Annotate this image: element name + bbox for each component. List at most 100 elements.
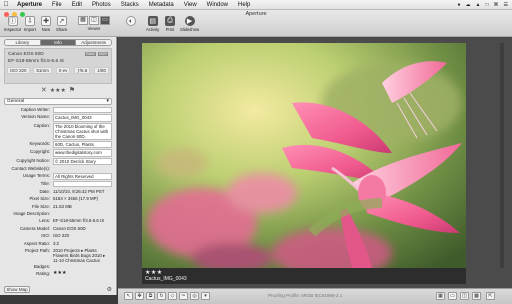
- slideshow-button[interactable]: ▶ Slideshow: [180, 16, 199, 32]
- field-camera-model: Camera Model: Canon EOS 60D: [19, 225, 86, 231]
- image-filename: Cactus_IMG_0043: [145, 276, 187, 282]
- menu-metadata[interactable]: Metadata: [144, 2, 179, 8]
- field-copyright-notice: Copyright Notice: © 2010 Derrick Story: [4, 157, 112, 166]
- brush-tool-icon[interactable]: ✑: [179, 292, 188, 300]
- proofing-profile-status: Proofing Profile: sRGB IEC61966-2.1: [268, 293, 343, 298]
- show-map-button[interactable]: Show Map: [4, 286, 30, 293]
- display-icon[interactable]: □: [485, 2, 488, 8]
- apple-menu-icon[interactable]: : [0, 1, 12, 8]
- status-icon-2[interactable]: ☁: [466, 2, 471, 8]
- tab-library[interactable]: Library: [5, 40, 41, 45]
- field-pixel-size: Pixel Size: 5184 × 3456 (17.9 MP): [29, 196, 99, 202]
- caption-input[interactable]: The 2010 blooming of the Christmas Cactu…: [53, 122, 112, 141]
- title-input[interactable]: [53, 181, 112, 188]
- play-icon: ▶: [184, 16, 195, 26]
- menu-view[interactable]: View: [179, 2, 202, 8]
- field-iso: ISO: ISO 320: [41, 233, 70, 239]
- menu-stacks[interactable]: Stacks: [116, 2, 144, 8]
- share-button[interactable]: ↗ Share: [56, 16, 67, 32]
- menu-edit[interactable]: Edit: [67, 2, 87, 8]
- move-tool-icon[interactable]: ✥: [135, 292, 144, 300]
- fullscreen-icon[interactable]: ⇱: [486, 292, 495, 300]
- viewer-view-icon[interactable]: ▭: [100, 16, 110, 25]
- viewer-mode-icon-4[interactable]: ▩: [472, 292, 481, 300]
- image-caption-bar: ★★★ Cactus_IMG_0043: [142, 268, 466, 284]
- tool-menu-icon[interactable]: ▾: [201, 292, 210, 300]
- flag-icon[interactable]: ⚑: [69, 86, 75, 94]
- rating-value[interactable]: ★★★: [53, 270, 112, 276]
- viewer-mode-icon-2[interactable]: ▭: [448, 292, 457, 300]
- camera-info-box: Canon EOS 60D EF-S18-55mm f/3.5-5.6 IS R…: [4, 48, 112, 84]
- field-usage-terms: Usage Terms: All Rights Reserved: [4, 173, 112, 181]
- metadata-fields: Caption Writer: Version Name: Cactus_IMG_…: [4, 107, 112, 278]
- exif-ev: 0 ev: [55, 67, 71, 74]
- browser-view-icon[interactable]: ▦: [78, 16, 88, 25]
- field-title: Title:: [4, 181, 112, 188]
- wifi-icon[interactable]: ▲: [476, 2, 481, 8]
- new-icon: ✚: [41, 16, 51, 26]
- menu-help[interactable]: Help: [233, 2, 255, 8]
- copyright-notice-input[interactable]: © 2010 Derrick Story: [53, 157, 112, 165]
- inspector-icon: ⓘ: [7, 16, 18, 26]
- menu-photos[interactable]: Photos: [87, 2, 116, 8]
- tab-adjustments[interactable]: Adjustments: [76, 40, 111, 45]
- field-caption-writer: Caption Writer:: [4, 107, 112, 114]
- notification-center-icon[interactable]: ☰: [504, 2, 508, 8]
- reject-icon[interactable]: ✕: [41, 86, 47, 94]
- share-icon: ↗: [56, 16, 67, 26]
- rotate-tool-icon[interactable]: ↻: [157, 292, 166, 300]
- new-button[interactable]: ✚ New: [41, 16, 51, 32]
- copyright-input[interactable]: www.thedigitalstory.com: [53, 149, 112, 157]
- print-icon: ⎙: [165, 16, 175, 26]
- rating-stars[interactable]: ★★★: [50, 87, 66, 94]
- activity-button[interactable]: ▤ Activity: [146, 16, 159, 32]
- camera-name: Canon EOS 60D: [8, 52, 44, 57]
- select-tool-icon[interactable]: ↖: [124, 292, 133, 300]
- photo-image[interactable]: [142, 43, 466, 268]
- cactus-flower-image: [142, 43, 466, 268]
- field-copyright: Copyright: www.thedigitalstory.com: [4, 149, 112, 157]
- menu-status-icons: ● ☁ ▲ □ ⌘ ☰: [458, 2, 512, 8]
- exif-strip: ISO 320 51mm 0 ev ƒ/5.6 1/80: [7, 67, 109, 74]
- field-keywords: Keywords: 60D, Cactus, Plants: [4, 141, 112, 149]
- usage-terms-input[interactable]: All Rights Reserved: [53, 173, 112, 181]
- menu-file[interactable]: File: [47, 2, 67, 8]
- contrast-button[interactable]: ◐: [126, 16, 136, 26]
- field-caption: Caption: The 2010 blooming of the Christm…: [4, 122, 112, 142]
- menu-window[interactable]: Window: [202, 2, 233, 8]
- viewer-scrollbar[interactable]: [500, 43, 504, 268]
- menu-bar:  Aperture File Edit Photos Stacks Metad…: [0, 0, 512, 10]
- loupe-tool-icon[interactable]: ◎: [190, 292, 199, 300]
- exif-shutter: 1/80: [94, 67, 109, 74]
- field-rating: Rating: ★★★: [4, 270, 112, 278]
- version-name-input[interactable]: Cactus_IMG_0043: [53, 114, 112, 122]
- caption-writer-input[interactable]: [53, 107, 112, 113]
- crop-tool-icon[interactable]: ⧉: [146, 292, 155, 300]
- menu-aperture[interactable]: Aperture: [12, 2, 47, 8]
- command-icon[interactable]: ⌘: [494, 2, 499, 8]
- inspector-panel: Library Info Adjustments Canon EOS 60D E…: [0, 37, 117, 295]
- field-project-path: Project Path: 2010 Projects ▸ Plants Flow…: [24, 247, 106, 264]
- activity-icon: ▤: [147, 16, 158, 26]
- exif-aperture: ƒ/5.6: [74, 67, 91, 74]
- tab-info[interactable]: Info: [40, 40, 77, 45]
- viewer-mode-icon-1[interactable]: ▦: [436, 292, 445, 300]
- split-view-icon[interactable]: ◫: [89, 16, 99, 25]
- straighten-tool-icon[interactable]: ◇: [168, 292, 177, 300]
- window-toolbar: Aperture ⓘ Inspector ⇩ Import ✚ New ↗ Sh…: [0, 10, 512, 37]
- viewer-mode-icon-3[interactable]: ◫: [460, 292, 469, 300]
- status-icon-1[interactable]: ●: [458, 2, 461, 8]
- viewer-segmented-control[interactable]: ▦ ◫ ▭ Viewer: [78, 16, 110, 31]
- hdr-badge: HDR: [97, 52, 108, 56]
- field-version-name: Version Name: Cactus_IMG_0043: [4, 114, 112, 122]
- gear-icon[interactable]: ⚙: [107, 286, 112, 293]
- keywords-input[interactable]: 60D, Cactus, Plants: [53, 141, 112, 149]
- inspector-button[interactable]: ⓘ Inspector: [4, 16, 21, 32]
- inspector-rating-row: ✕ ★★★ ⚑: [4, 86, 112, 94]
- field-file-size: File Size: 21.63 MB: [31, 203, 72, 209]
- field-contact-website: Contact Website(s):: [11, 165, 50, 171]
- import-button[interactable]: ⇩ Import: [24, 16, 36, 32]
- metadata-view-dropdown[interactable]: General: [4, 98, 112, 105]
- inspector-tabs: Library Info Adjustments: [4, 39, 112, 46]
- print-button[interactable]: ⎙ Print: [165, 16, 175, 32]
